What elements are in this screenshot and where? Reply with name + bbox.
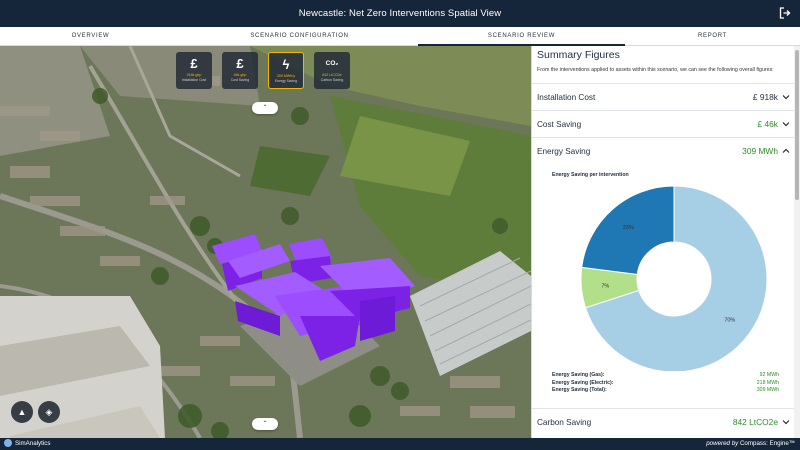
panel-intro: From the interventions applied to assets… <box>537 67 774 73</box>
energy-saving-row[interactable]: Energy Saving 309 MWh <box>532 137 794 164</box>
collapse-kpis-button[interactable]: ⌃ <box>252 102 278 114</box>
total-label: Energy Saving (Total): <box>552 387 607 394</box>
map-view[interactable]: £ 918k gbp Installation Cost £ 46k gbp C… <box>0 46 531 438</box>
energy-totals: Energy Saving (Gas): 92 MWh Energy Savin… <box>552 372 779 395</box>
app-footer: SimAnalytics powered by Compass: Engine™ <box>0 438 800 450</box>
row-value: 842 LtCO2e <box>732 417 778 427</box>
layers-icon: ◈ <box>45 406 53 417</box>
tab-label: REPORT <box>697 33 728 39</box>
powered-by: powered by Compass: Engine™ <box>706 440 795 447</box>
row-value: £ 918k <box>752 92 778 102</box>
kpi-value: 46k gbp <box>233 73 247 77</box>
total-label: Energy Saving (Electric): <box>552 379 614 386</box>
cost-saving-row[interactable]: Cost Saving £ 46k <box>532 110 794 137</box>
kpi-cost-saving[interactable]: £ 46k gbp Cost Saving <box>222 52 258 89</box>
installation-cost-row[interactable]: Installation Cost £ 918k <box>532 83 794 110</box>
chevron-down-icon <box>782 95 790 100</box>
scrollbar-thumb[interactable] <box>795 50 799 200</box>
co2-icon: CO₂ <box>325 60 339 67</box>
total-value: 218 MWh <box>756 379 779 386</box>
compass-icon: ▲ <box>17 407 27 417</box>
logout-icon[interactable] <box>779 7 791 19</box>
page-title: Newcastle: Net Zero Interventions Spatia… <box>298 8 502 19</box>
brand-name: SimAnalytics <box>15 439 51 447</box>
donut-slice-label: 70% <box>724 318 735 324</box>
expand-bottom-button[interactable]: ⌃ <box>252 418 278 430</box>
total-gas: Energy Saving (Gas): 92 MWh <box>552 372 779 380</box>
tab-overview[interactable]: OVERVIEW <box>0 27 181 45</box>
lightning-icon: ϟ <box>282 57 290 72</box>
tab-report[interactable]: REPORT <box>625 27 800 45</box>
row-value: 309 MWh <box>742 146 778 156</box>
energy-saving-donut-chart: 70% 7% 23% <box>580 185 768 371</box>
kpi-label: Energy Saving <box>274 79 298 83</box>
pound-icon: £ <box>190 56 198 71</box>
total-electric: Energy Saving (Electric): 218 MWh <box>552 380 779 388</box>
kpi-value: 842 LtCO2e <box>322 73 342 77</box>
total-value: 309 MWh <box>756 387 779 394</box>
donut-slice-label: 23% <box>623 225 634 231</box>
kpi-value: 309 MWh/y <box>276 74 296 78</box>
kpi-value: 918k gbp <box>186 73 202 77</box>
carbon-saving-row[interactable]: Carbon Saving 842 LtCO2e <box>532 408 794 435</box>
tab-scenario-configuration[interactable]: SCENARIO CONFIGURATION <box>181 27 418 45</box>
kpi-tiles: £ 918k gbp Installation Cost £ 46k gbp C… <box>176 52 350 89</box>
chevron-down-icon <box>782 420 790 425</box>
kpi-label: Cost Saving <box>230 78 250 82</box>
row-value: £ 46k <box>757 119 779 129</box>
tab-label: OVERVIEW <box>71 33 110 39</box>
app-header: Newcastle: Net Zero Interventions Spatia… <box>0 0 800 27</box>
donut-slice-label: 7% <box>601 283 609 289</box>
kpi-energy-saving[interactable]: ϟ 309 MWh/y Energy Saving <box>268 52 304 89</box>
kpi-label: Installation Cost <box>181 78 207 82</box>
powered-prefix: powered by <box>706 440 739 447</box>
powered-product: Compass: Engine™ <box>739 440 795 447</box>
panel-scrollbar[interactable] <box>794 46 800 438</box>
kpi-carbon-saving[interactable]: CO₂ 842 LtCO2e Carbon Saving <box>314 52 350 89</box>
row-label: Installation Cost <box>537 92 596 102</box>
chevron-down-icon <box>782 122 790 127</box>
tab-label: SCENARIO CONFIGURATION <box>250 33 349 39</box>
kpi-installation-cost[interactable]: £ 918k gbp Installation Cost <box>176 52 212 89</box>
tab-label: SCENARIO REVIEW <box>487 33 556 39</box>
layers-button[interactable]: ◈ <box>38 401 60 423</box>
tab-scenario-review[interactable]: SCENARIO REVIEW <box>418 27 625 46</box>
chevron-up-icon: ⌃ <box>262 421 268 427</box>
panel-title: Summary Figures <box>537 49 620 61</box>
row-label: Energy Saving <box>537 146 591 156</box>
total-all: Energy Saving (Total): 309 MWh <box>552 387 779 395</box>
simanalytics-logo-icon <box>4 439 12 447</box>
pound-icon: £ <box>236 56 244 71</box>
tab-bar: OVERVIEW SCENARIO CONFIGURATION SCENARIO… <box>0 27 800 46</box>
total-value: 92 MWh <box>759 372 779 378</box>
total-label: Energy Saving (Gas): <box>552 372 605 378</box>
chevron-up-icon: ⌃ <box>262 105 268 111</box>
row-label: Cost Saving <box>537 119 582 129</box>
brand: SimAnalytics <box>4 439 50 447</box>
kpi-label: Carbon Saving <box>320 78 344 82</box>
summary-panel: Summary Figures From the interventions a… <box>531 46 794 438</box>
row-label: Carbon Saving <box>537 417 592 427</box>
chevron-up-icon <box>782 148 790 153</box>
compass-button[interactable]: ▲ <box>11 401 33 423</box>
